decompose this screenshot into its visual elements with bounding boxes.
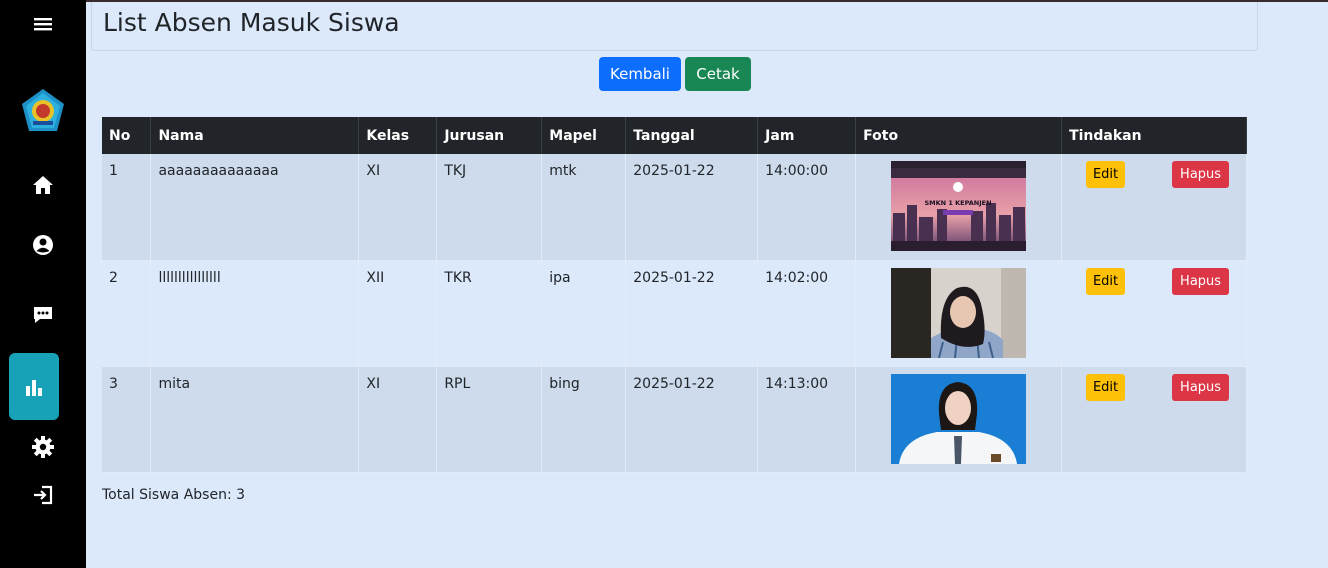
page-title: List Absen Masuk Siswa <box>103 8 400 37</box>
cell-tindakan: Edit Hapus <box>1061 260 1247 367</box>
header-no: No <box>102 117 152 154</box>
delete-button[interactable]: Hapus <box>1172 161 1230 188</box>
table-row: 3 mita XI RPL bing 2025-01-22 14:13:00 E… <box>102 366 1247 473</box>
cell-jurusan: TKR <box>436 260 543 367</box>
header-jam: Jam <box>757 117 857 154</box>
cell-jam: 14:00:00 <box>757 154 857 261</box>
cell-mapel: mtk <box>541 154 627 261</box>
photo-student[interactable] <box>891 373 1027 464</box>
cell-jam: 14:13:00 <box>757 366 857 473</box>
cell-kelas: XI <box>358 366 438 473</box>
menu-icon[interactable] <box>0 12 86 36</box>
cell-nama: aaaaaaaaaaaaaa <box>150 154 360 261</box>
cell-tanggal: 2025-01-22 <box>625 366 759 473</box>
back-button[interactable]: Kembali <box>599 57 681 91</box>
photo-student[interactable] <box>891 267 1027 358</box>
cell-jurusan: RPL <box>436 366 543 473</box>
table-row: 2 llllllllllllllll XII TKR ipa 2025-01-2… <box>102 260 1247 367</box>
cell-no: 3 <box>102 366 152 473</box>
chart-icon[interactable] <box>9 353 59 420</box>
cell-no: 1 <box>102 154 152 261</box>
total-absen: Total Siswa Absen: 3 <box>102 487 246 503</box>
cell-foto <box>855 260 1063 367</box>
school-logo <box>0 86 86 136</box>
gear-icon[interactable] <box>0 432 86 462</box>
header-mapel: Mapel <box>541 117 627 154</box>
delete-button[interactable]: Hapus <box>1172 373 1230 401</box>
header-kelas: Kelas <box>358 117 438 154</box>
attendance-table: No Nama Kelas Jurusan Mapel Tanggal Jam … <box>102 117 1247 473</box>
cell-tanggal: 2025-01-22 <box>625 154 759 261</box>
cell-no: 2 <box>102 260 152 367</box>
photo-overlay-text: SMKN 1 KEPANJEN <box>925 199 992 207</box>
edit-button[interactable]: Edit <box>1086 267 1126 295</box>
header-tanggal: Tanggal <box>625 117 759 154</box>
chat-icon[interactable] <box>0 300 86 330</box>
table-header-row: No Nama Kelas Jurusan Mapel Tanggal Jam … <box>102 117 1247 154</box>
cell-tindakan: Edit Hapus <box>1061 154 1247 261</box>
table-row: 1 aaaaaaaaaaaaaa XI TKJ mtk 2025-01-22 1… <box>102 154 1247 261</box>
photo-screenshot[interactable]: SMKN 1 KEPANJEN <box>891 161 1027 251</box>
cell-nama: llllllllllllllll <box>150 260 360 367</box>
header-foto: Foto <box>855 117 1063 154</box>
edit-button[interactable]: Edit <box>1086 373 1126 401</box>
header-jurusan: Jurusan <box>436 117 543 154</box>
cell-nama: mita <box>150 366 360 473</box>
home-icon[interactable] <box>0 170 86 200</box>
header-tindakan: Tindakan <box>1061 117 1247 154</box>
edit-button[interactable]: Edit <box>1086 161 1126 188</box>
cell-foto: SMKN 1 KEPANJEN <box>855 154 1063 261</box>
cell-tindakan: Edit Hapus <box>1061 366 1247 473</box>
cell-kelas: XII <box>358 260 438 367</box>
cell-tanggal: 2025-01-22 <box>625 260 759 367</box>
cell-foto <box>855 366 1063 473</box>
cell-jam: 14:02:00 <box>757 260 857 367</box>
cell-mapel: ipa <box>541 260 627 367</box>
user-icon[interactable] <box>0 230 86 260</box>
logout-icon[interactable] <box>0 480 86 510</box>
page-header: List Absen Masuk Siswa <box>91 2 1258 51</box>
delete-button[interactable]: Hapus <box>1172 267 1230 295</box>
print-button[interactable]: Cetak <box>685 57 751 91</box>
cell-mapel: bing <box>541 366 627 473</box>
sidebar <box>0 0 86 568</box>
cell-kelas: XI <box>358 154 438 261</box>
header-nama: Nama <box>150 117 360 154</box>
cell-jurusan: TKJ <box>436 154 543 261</box>
